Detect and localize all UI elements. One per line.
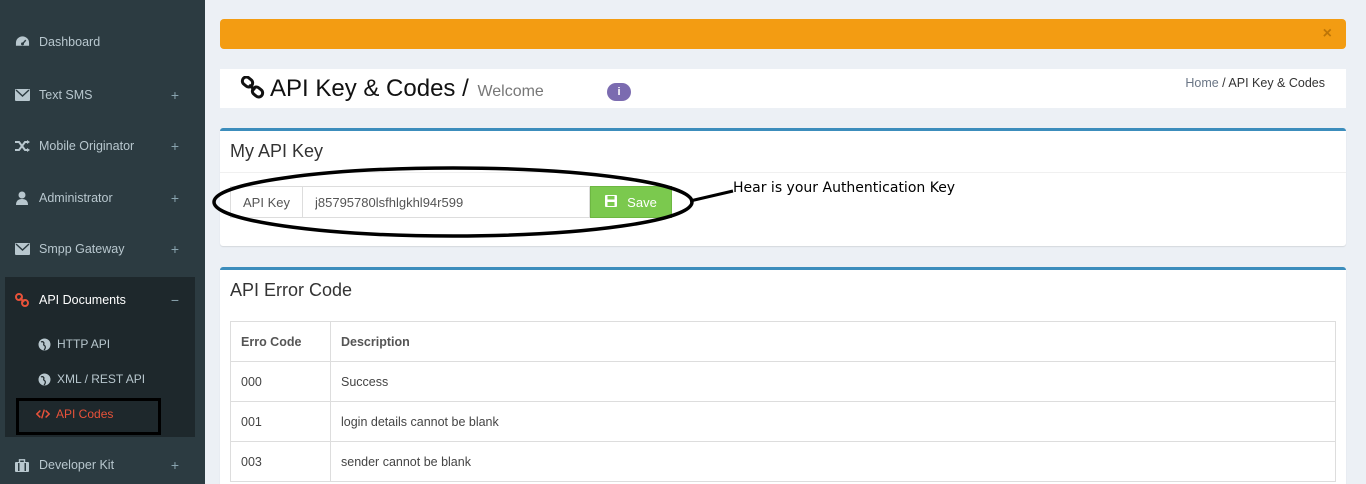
table-header-row: Erro Code Description	[230, 321, 1336, 362]
breadcrumb-separator: /	[1218, 76, 1229, 90]
globe-icon	[37, 372, 51, 386]
shuffle-icon	[14, 138, 30, 154]
sidebar: Dashboard Text SMS + Mobile Originator +…	[0, 0, 205, 484]
submenu-item-label: XML / REST API	[57, 372, 146, 386]
sidebar-item-administrator[interactable]: Administrator +	[0, 178, 205, 218]
expand-icon: +	[170, 190, 180, 206]
description-cell: Success	[330, 361, 1336, 402]
error-code-cell: 000	[230, 361, 331, 402]
api-key-input-group: API Key Save	[230, 186, 672, 218]
sidebar-item-label: Administrator	[39, 191, 113, 205]
api-key-addon: API Key	[230, 186, 303, 218]
save-label: Save	[627, 194, 657, 210]
sidebar-item-label: Text SMS	[39, 88, 93, 102]
page-header: API Key & Codes / Welcome i Home / API K…	[220, 69, 1346, 108]
link-icon	[240, 75, 266, 100]
expand-icon: +	[170, 241, 180, 257]
table-row: 000 Success	[230, 361, 1336, 402]
error-code-table: Erro Code Description 000 Success 001 lo…	[230, 321, 1336, 482]
submenu-item-http-api[interactable]: HTTP API	[5, 329, 195, 359]
link-icon	[14, 292, 30, 308]
description-cell: login details cannot be blank	[330, 401, 1336, 442]
breadcrumb: Home / API Key & Codes	[1185, 76, 1325, 90]
table-row: 003 sender cannot be blank	[230, 441, 1336, 482]
page-title: API Key & Codes / Welcome	[270, 75, 544, 102]
box-title: API Error Code	[230, 280, 353, 300]
highlight-box	[16, 398, 161, 435]
api-key-field[interactable]	[303, 186, 590, 218]
sidebar-item-mobile-originator[interactable]: Mobile Originator +	[0, 126, 205, 166]
description-cell: sender cannot be blank	[330, 441, 1336, 482]
column-header: Description	[330, 321, 1336, 362]
sidebar-item-label: Developer Kit	[39, 458, 115, 472]
save-button[interactable]: Save	[590, 186, 672, 218]
expand-icon: +	[170, 457, 180, 473]
save-icon	[605, 194, 618, 210]
sidebar-item-api-documents[interactable]: API Documents −	[0, 280, 205, 320]
sidebar-item-developer-kit[interactable]: Developer Kit +	[0, 445, 205, 484]
error-code-cell: 003	[230, 441, 331, 482]
sidebar-item-text-sms[interactable]: Text SMS +	[0, 75, 205, 115]
api-error-code-box: API Error Code Erro Code Description 000…	[220, 267, 1346, 484]
collapse-icon: −	[170, 292, 180, 308]
sidebar-item-label: Dashboard	[39, 35, 101, 49]
submenu-item-xml-rest-api[interactable]: XML / REST API	[5, 364, 195, 394]
briefcase-icon	[14, 457, 30, 473]
dashboard-icon	[14, 34, 30, 50]
envelope-icon	[14, 87, 30, 103]
sidebar-item-label: Smpp Gateway	[39, 242, 125, 256]
sidebar-item-label: API Documents	[39, 293, 126, 307]
globe-icon	[37, 337, 51, 351]
user-icon	[14, 190, 30, 206]
sidebar-item-label: Mobile Originator	[39, 139, 135, 153]
expand-icon: +	[170, 87, 180, 103]
submenu-item-label: HTTP API	[57, 337, 111, 351]
envelope-icon	[14, 241, 30, 257]
sidebar-item-dashboard[interactable]: Dashboard	[0, 22, 205, 62]
annotation-text: Hear is your Authentication Key	[733, 180, 956, 196]
table-row: 001 login details cannot be blank	[230, 401, 1336, 442]
close-icon[interactable]: ×	[1323, 25, 1332, 43]
error-code-cell: 001	[230, 401, 331, 442]
expand-icon: +	[170, 138, 180, 154]
alert-bar: ×	[220, 19, 1346, 49]
breadcrumb-current: API Key & Codes	[1228, 76, 1325, 90]
breadcrumb-home-link[interactable]: Home	[1185, 76, 1218, 90]
column-header: Erro Code	[230, 321, 331, 362]
box-title: My API Key	[220, 131, 1346, 173]
info-icon[interactable]: i	[607, 83, 631, 101]
page-subtitle: Welcome	[477, 83, 544, 100]
sidebar-item-smpp-gateway[interactable]: Smpp Gateway +	[0, 229, 205, 269]
